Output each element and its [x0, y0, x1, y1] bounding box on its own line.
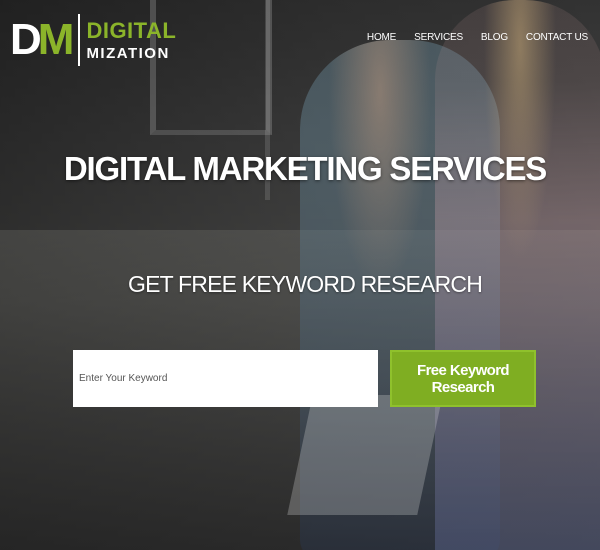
- nav-item-home[interactable]: HOME: [367, 32, 396, 43]
- logo-divider: [78, 14, 81, 66]
- nav-item-services[interactable]: SERVICES: [414, 32, 463, 43]
- nav-item-contact-us[interactable]: CONTACT US: [526, 32, 588, 43]
- main-nav: HOME SERVICES BLOG CONTACT US: [349, 32, 588, 43]
- logo-mark-d: D: [10, 15, 42, 64]
- logo-text-line2: MIZATION: [86, 44, 170, 62]
- hero-section: DM DIGITAL MIZATION HOME SERVICES BLOG C…: [0, 0, 600, 550]
- hero-subhead: GET FREE KEYWORD RESEARCH: [127, 271, 483, 297]
- nav-item-blog[interactable]: BLOG: [481, 32, 508, 43]
- logo-text-line1: DIGITAL: [86, 17, 177, 43]
- background-laptop: [287, 395, 443, 515]
- keyword-input[interactable]: [73, 350, 378, 407]
- logo-text: DIGITAL MIZATION: [86, 17, 177, 62]
- logo-mark: DM: [10, 15, 75, 64]
- logo-mark-m: M: [37, 15, 75, 64]
- free-keyword-research-button[interactable]: Free Keyword Research: [390, 350, 536, 407]
- site-logo[interactable]: DM DIGITAL MIZATION: [10, 14, 176, 66]
- hero-headline: DIGITAL MARKETING SERVICES: [63, 150, 547, 187]
